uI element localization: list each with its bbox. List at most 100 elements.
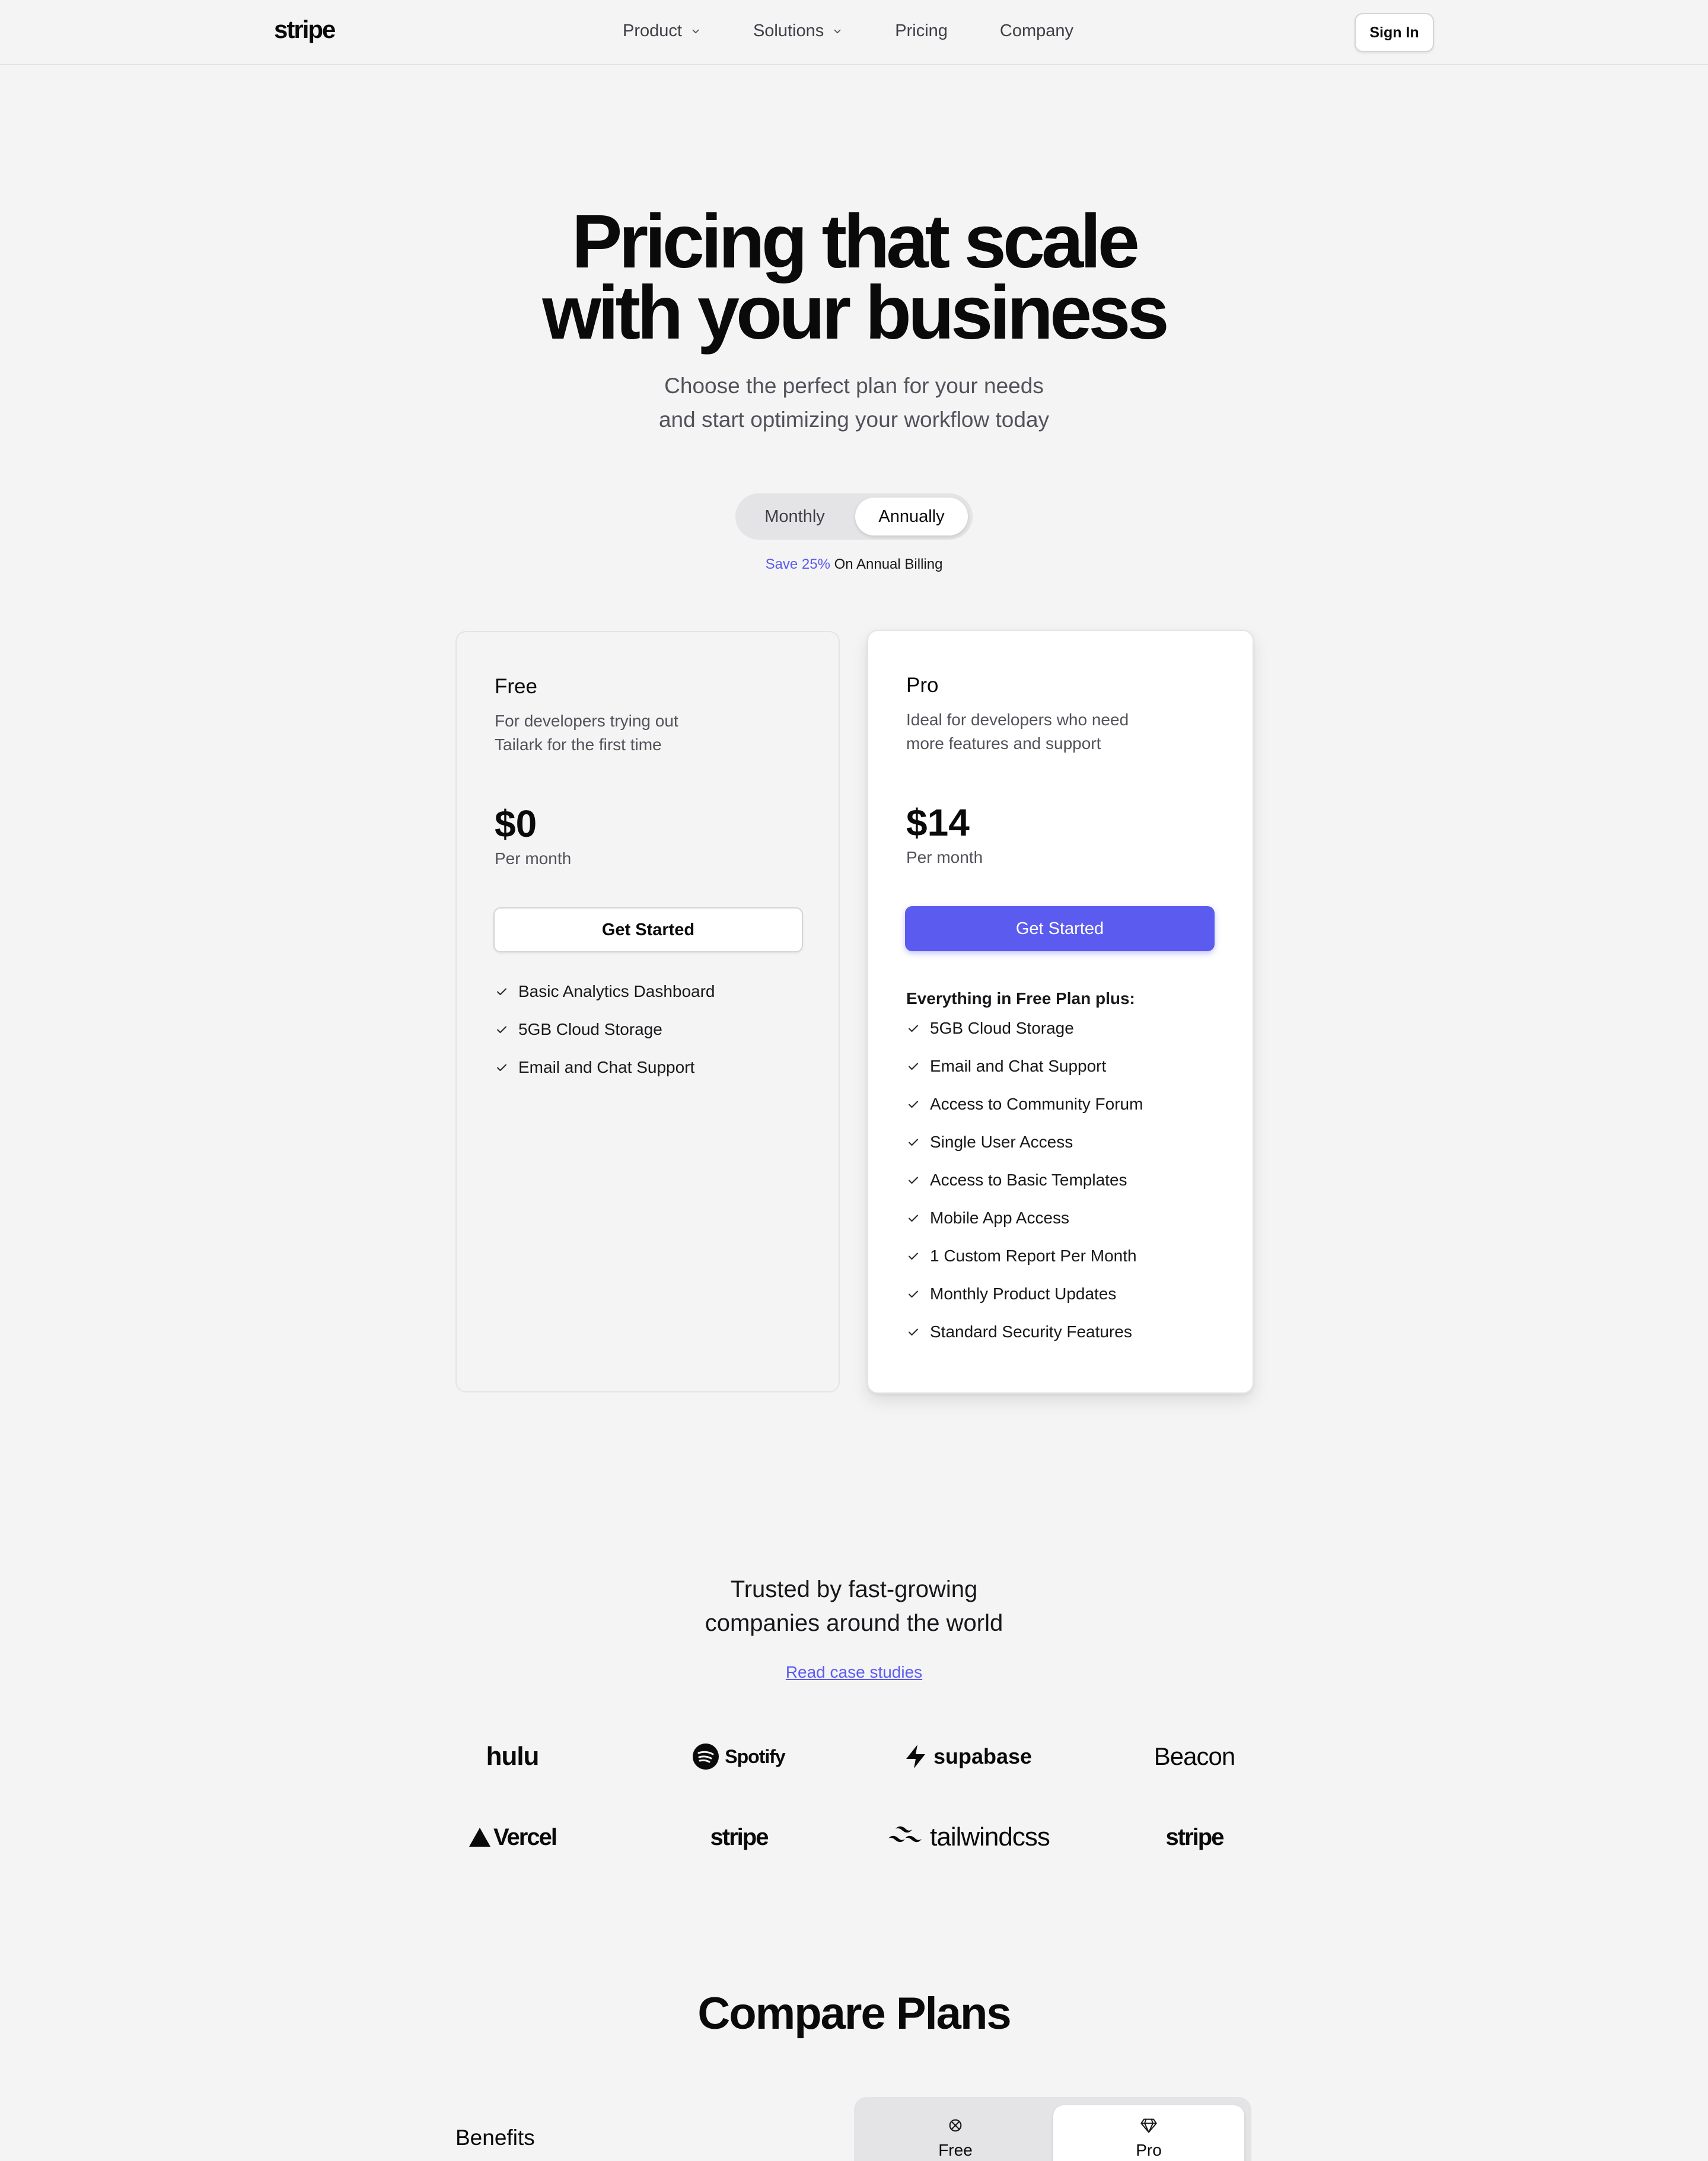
chevron-down-icon [692,29,699,33]
nav-solutions[interactable]: Solutions [753,21,843,41]
compare-plans-title: Compare Plans [697,1988,1011,2039]
tailwind-wave-icon [888,1826,922,1843]
nav-product[interactable]: Product [623,21,701,41]
feature-label: Basic Analytics Dashboard [518,982,715,1000]
feature-item: 5GB Cloud Storage [906,1009,1143,1047]
plan-card-pro: Pro Ideal for developers who need more f… [867,630,1254,1394]
plan-description: For developers trying out Tailark for th… [495,709,744,757]
beacon-logo: Beacon [1082,1733,1307,1780]
feature-label: Monthly Product Updates [930,1285,1117,1303]
nav-company-label: Company [999,21,1074,40]
hulu-wordmark: hulu [486,1742,540,1771]
benefits-label: Benefits [455,2125,535,2150]
compare-tab-label: Pro [1136,2141,1162,2159]
spotify-icon [693,1744,719,1770]
check-icon [909,1328,918,1336]
beacon-wordmark: Beacon [1153,1742,1235,1770]
feature-list: 5GB Cloud Storage Email and Chat Support… [906,1009,1143,1351]
annual-savings-note: Save 25% On Annual Billing [0,556,1708,573]
nav-company[interactable]: Company [1000,21,1073,41]
trusted-heading-line: companies around the world [705,1610,1003,1636]
compare-tab-free[interactable]: Free [860,2105,1051,2161]
plan-description: Ideal for developers who need more featu… [906,708,1155,756]
plan-period: Per month [495,849,572,868]
hulu-logo: hulu [400,1733,625,1780]
stripe-logo[interactable]: stripe [274,15,336,44]
nav-pricing[interactable]: Pricing [895,21,948,41]
pro-get-started-button[interactable]: Get Started [905,906,1215,951]
feature-item: 1 Custom Report Per Month [906,1237,1143,1275]
page-title-line-1: Pricing that scale [572,199,1140,284]
feature-item: Email and Chat Support [906,1047,1143,1085]
plan-description-line: Tailark for the first time [495,735,662,754]
sign-in-button[interactable]: Sign In [1355,13,1434,52]
feature-label: Single User Access [930,1133,1073,1151]
billing-monthly-option[interactable]: Monthly [741,498,848,536]
page-subtitle-line-2: and start optimizing your workflow today [658,407,1050,432]
feature-label: 1 Custom Report Per Month [930,1247,1137,1265]
billing-annually-option[interactable]: Annually [855,498,968,536]
feature-label: Email and Chat Support [930,1057,1107,1075]
stripe-logo-trusted-2: stripe [1082,1813,1307,1861]
free-get-started-button[interactable]: Get Started [493,907,803,952]
feature-item: Single User Access [906,1123,1143,1161]
top-navigation: stripe Product Solutions Pricing Company… [0,0,1708,65]
compare-tab-label: Free [938,2141,973,2159]
trusted-heading: Trusted by fast-growing companies around… [0,1573,1708,1640]
plan-name: Pro [906,674,939,697]
feature-label: Standard Security Features [930,1322,1132,1341]
feature-label: Mobile App Access [930,1209,1070,1227]
compare-tab-pro[interactable]: Pro [1053,2105,1244,2161]
check-icon [909,1290,918,1298]
feature-item: Basic Analytics Dashboard [495,973,715,1011]
stripe-wordmark: stripe [1165,1824,1225,1850]
gem-icon [1140,2118,1157,2133]
supabase-bolt-icon [906,1745,925,1768]
savings-text: On Annual Billing [834,556,943,572]
page-title: Pricing that scale with your business [0,199,1708,351]
stripe-logo-trusted: stripe [626,1813,852,1861]
vercel-triangle-icon [469,1828,491,1847]
feature-item: Email and Chat Support [495,1048,715,1086]
check-icon [497,1026,506,1033]
nav-product-label: Product [623,21,682,40]
compare-plan-tabs: Free Pro [854,2097,1251,2161]
check-icon [909,1101,918,1108]
feature-item: Access to Basic Templates [906,1161,1143,1199]
feature-item: Standard Security Features [906,1313,1143,1351]
feature-label: Access to Community Forum [930,1095,1143,1113]
tailwindcss-wordmark: tailwindcss [930,1822,1050,1851]
page-subtitle: Choose the perfect plan for your needs a… [0,369,1708,436]
feature-item: Mobile App Access [906,1199,1143,1237]
billing-period-toggle: Monthly Annually [735,493,973,540]
page-subtitle-line-1: Choose the perfect plan for your needs [664,374,1044,398]
feature-label: Access to Basic Templates [930,1171,1127,1189]
plan-period: Per month [906,848,983,866]
stripe-wordmark: stripe [710,1824,769,1850]
check-icon [909,1063,918,1070]
feature-item: 5GB Cloud Storage [495,1011,715,1048]
plan-card-free: Free For developers trying out Tailark f… [455,631,840,1392]
feature-label: 5GB Cloud Storage [518,1020,662,1038]
plan-description-line: Ideal for developers who need [906,710,1129,729]
read-case-studies-link[interactable]: Read case studies [0,1663,1708,1682]
plan-name: Free [495,675,537,698]
plan-description-line: For developers trying out [495,712,678,730]
check-icon [909,1215,918,1222]
spotify-wordmark: Spotify [725,1745,785,1767]
tailwindcss-logo: tailwindcss [855,1813,1081,1861]
feature-item: Monthly Product Updates [906,1275,1143,1313]
feature-item: Access to Community Forum [906,1085,1143,1123]
supabase-wordmark: supabase [933,1744,1033,1768]
nav-links: Product Solutions Pricing Company [623,21,1126,41]
spotify-logo: Spotify [626,1733,852,1780]
nav-pricing-label: Pricing [895,21,948,40]
check-icon [497,988,506,995]
vercel-wordmark: Vercel [493,1824,557,1850]
broken-circle-icon [949,2119,962,2132]
feature-label: 5GB Cloud Storage [930,1019,1074,1037]
feature-label: Email and Chat Support [518,1058,695,1076]
vercel-logo: Vercel [400,1813,625,1861]
check-icon [497,1064,506,1071]
supabase-logo: supabase [855,1733,1081,1780]
